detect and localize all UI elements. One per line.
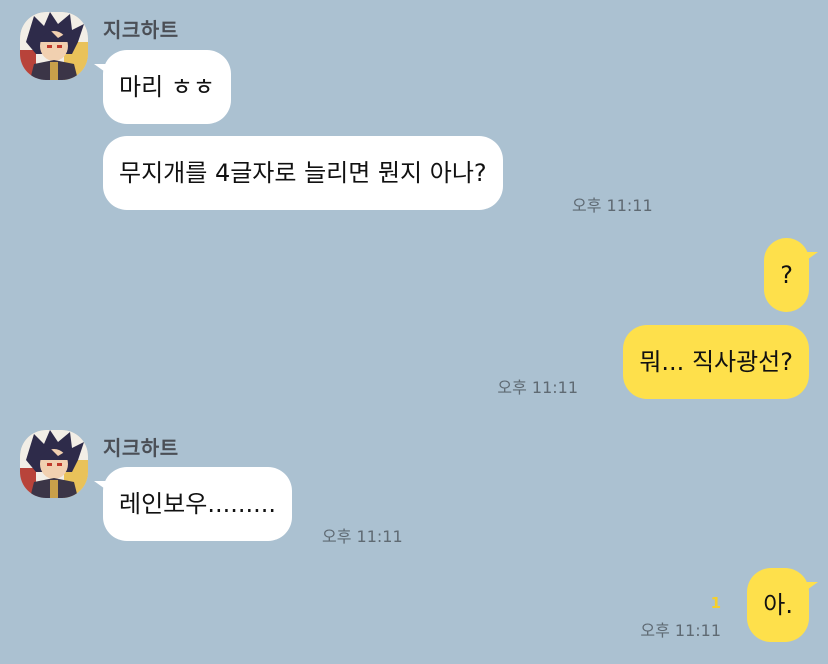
message-text: 마리 ㅎㅎ [119, 73, 215, 101]
message-timestamp: 오후 11:11 [572, 196, 653, 215]
sender-name: 지크하트 [103, 436, 179, 460]
sender-avatar[interactable] [20, 430, 88, 498]
bubble-tail [804, 582, 818, 592]
message-text: ? [780, 261, 793, 289]
message-bubble[interactable]: 마리 ㅎㅎ [94, 50, 231, 124]
message-bubble[interactable]: 레인보우......... [94, 467, 292, 541]
message-timestamp: 오후 11:11 [497, 378, 578, 397]
message-bubble[interactable]: ? [764, 238, 818, 312]
bubble-tail [94, 481, 108, 491]
message-text: 레인보우......... [119, 490, 276, 518]
bubble-tail [804, 252, 818, 262]
message-bubble[interactable]: 무지개를 4글자로 늘리면 뭔지 아나? [103, 136, 503, 210]
message-timestamp: 오후 11:11 [322, 527, 403, 546]
unread-count: 1 [710, 594, 721, 612]
character-avatar-icon [20, 12, 88, 80]
message-bubble[interactable]: 아. [747, 568, 818, 642]
sender-name: 지크하트 [103, 18, 179, 42]
message-timestamp: 오후 11:11 [640, 621, 721, 640]
bubble-tail [94, 64, 108, 74]
sender-avatar[interactable] [20, 12, 88, 80]
message-bubble[interactable]: 뭐... 직사광선? [623, 325, 809, 399]
message-text: 아. [763, 591, 793, 619]
message-text: 무지개를 4글자로 늘리면 뭔지 아나? [119, 159, 487, 187]
character-avatar-icon [20, 430, 88, 498]
message-text: 뭐... 직사광선? [639, 348, 793, 376]
